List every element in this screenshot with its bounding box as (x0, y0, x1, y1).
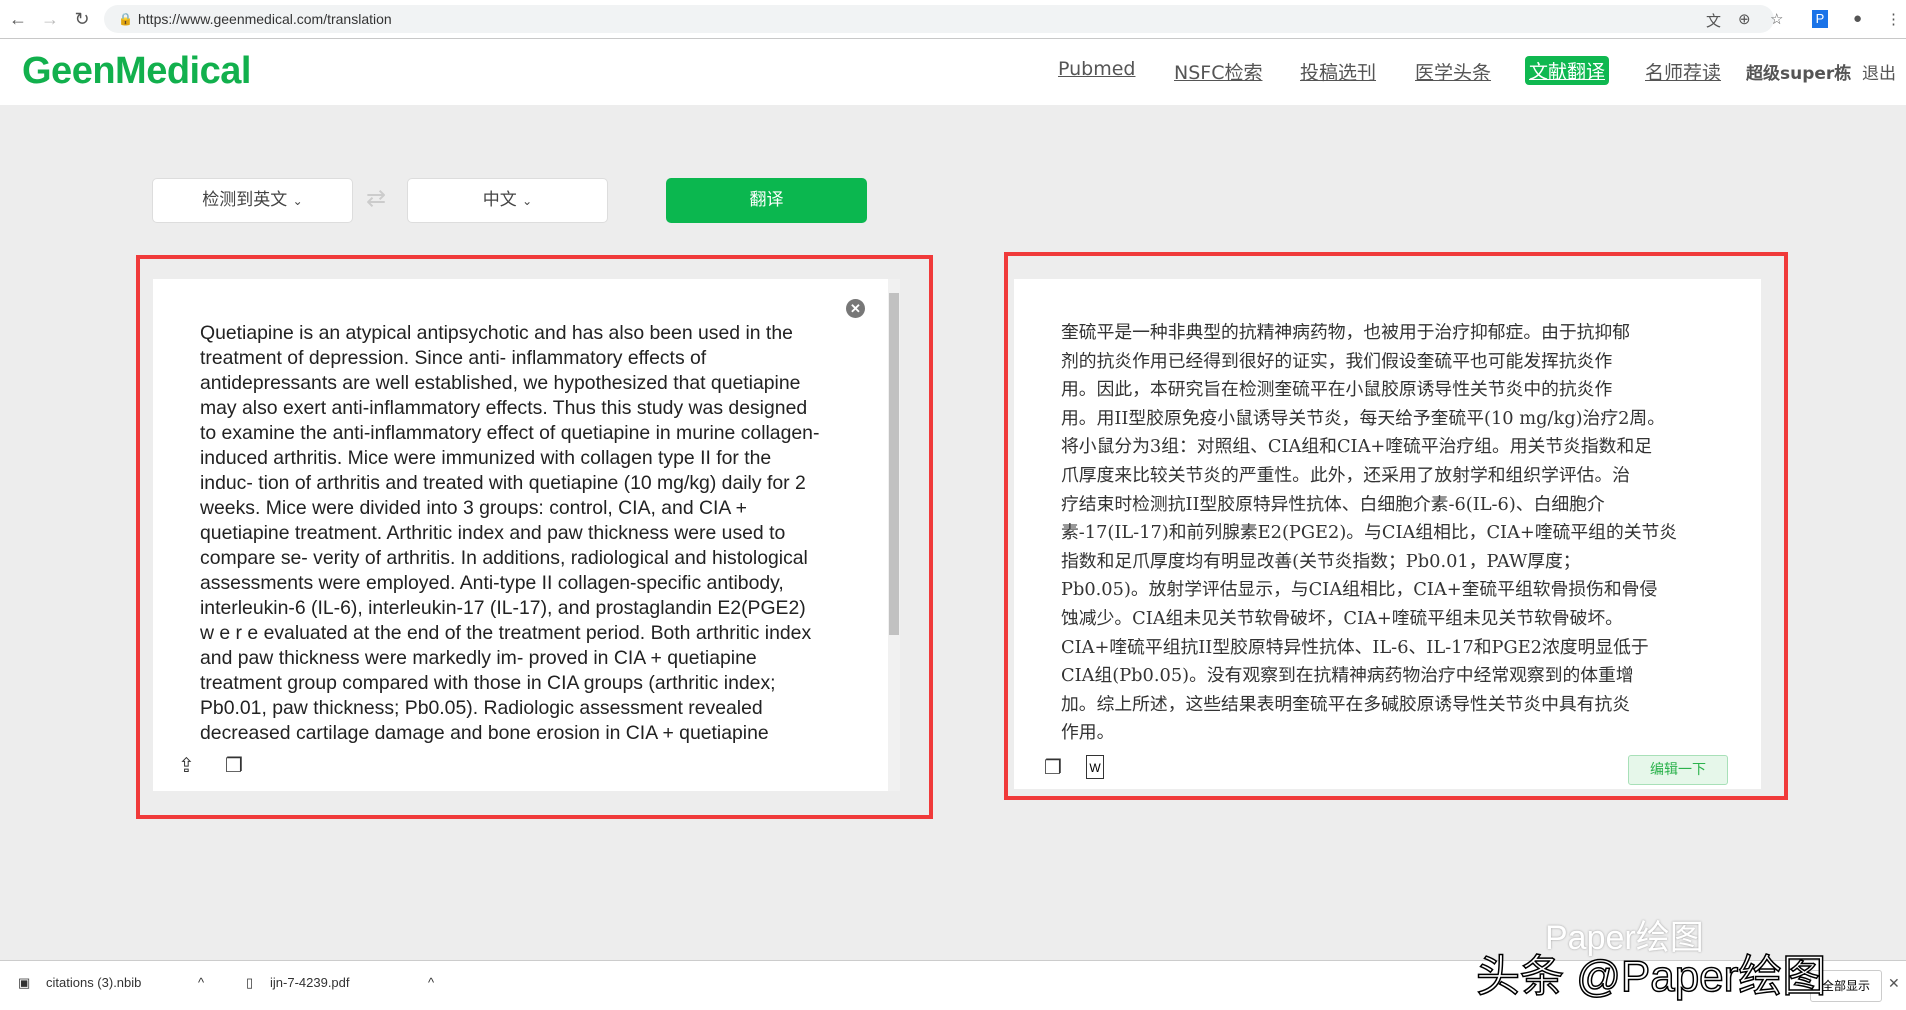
text-line: w e r e evaluated at the end of the trea… (200, 621, 819, 646)
nav-medical-news[interactable]: 医学头条 (1415, 58, 1491, 85)
text-line: 指数和足爪厚度均有明显改善(关节炎指数；Pb0.01，PAW厚度； (1061, 548, 1677, 577)
chevron-down-icon: ⌄ (293, 194, 303, 208)
user-name[interactable]: 超级super栋 (1746, 59, 1851, 84)
watermark: 头条 @Paper绘图 (1476, 940, 1826, 1004)
text-line: induc- tion of arthritis and treated wit… (200, 471, 819, 496)
scrollbar-thumb[interactable] (889, 293, 899, 635)
logo[interactable]: GeenMedical (22, 50, 251, 93)
text-line: antidepressants are well established, we… (200, 371, 819, 396)
text-line: to examine the anti-inflammatory effect … (200, 421, 819, 446)
text-line: 将小鼠分为3组：对照组、CIA组和CIA+喹硫平治疗组。用关节炎指数和足 (1061, 433, 1677, 462)
swap-arrows-icon[interactable]: ⇄ (366, 184, 386, 213)
back-icon[interactable]: ← (8, 9, 28, 29)
nav-pubmed[interactable]: Pubmed (1058, 58, 1135, 80)
address-bar[interactable]: 🔒 https://www.geenmedical.com/translation (104, 5, 1774, 33)
text-line: induced arthritis. Mice were immunized w… (200, 446, 819, 471)
text-line: Pb0.01, paw thickness; Pb0.05). Radiolog… (200, 696, 819, 721)
download-item[interactable]: ijn-7-4239.pdf (270, 975, 350, 990)
text-line: treatment group compared with those in C… (200, 671, 819, 696)
result-text-area: 奎硫平是一种非典型的抗精神病药物，也被用于治疗抑郁症。由于抗抑郁剂的抗炎作用已经… (1014, 279, 1761, 789)
text-line: 疗结束时检测抗II型胶原特异性抗体、白细胞介素-6(IL-6)、白细胞介 (1061, 491, 1677, 520)
text-line: 用。因此，本研究旨在检测奎硫平在小鼠胶原诱导性关节炎中的抗炎作 (1061, 376, 1677, 405)
text-line: 用。用II型胶原免疫小鼠诱导关节炎，每天给予奎硫平(10 mg/kg)治疗2周。 (1061, 405, 1677, 434)
text-line: interleukin-6 (IL-6), interleukin-17 (IL… (200, 596, 819, 621)
close-icon[interactable]: ✕ (1888, 975, 1900, 992)
source-language-select[interactable]: 检测到英文 ⌄ (152, 178, 353, 223)
download-item[interactable]: citations (3).nbib (46, 975, 141, 990)
source-text-area[interactable]: Quetiapine is an atypical antipsychotic … (153, 279, 900, 791)
text-line: and paw thickness were markedly im- prov… (200, 646, 819, 671)
logout-link[interactable]: 退出 (1862, 59, 1896, 84)
copy-icon[interactable]: ❐ (225, 753, 243, 778)
copy-icon[interactable]: ❐ (1044, 755, 1062, 780)
scrollbar[interactable] (888, 279, 900, 791)
text-line: may also exert anti-inflammatory effects… (200, 396, 819, 421)
text-line: CIA组(Pb0.05)。没有观察到在抗精神病药物治疗中经常观察到的体重增 (1061, 662, 1677, 691)
chevron-up-icon[interactable]: ^ (198, 975, 204, 990)
text-line: quetiapine treatment. Arthritic index an… (200, 521, 819, 546)
source-text[interactable]: Quetiapine is an atypical antipsychotic … (200, 321, 819, 746)
text-line: 奎硫平是一种非典型的抗精神病药物，也被用于治疗抑郁症。由于抗抑郁 (1061, 319, 1677, 348)
nav-translation[interactable]: 文献翻译 (1525, 56, 1609, 85)
text-line: weeks. Mice were divided into 3 groups: … (200, 496, 819, 521)
source-language-label: 检测到英文 (202, 190, 287, 210)
text-line: 作用。 (1061, 719, 1677, 748)
nav-nsfc[interactable]: NSFC检索 (1174, 58, 1262, 85)
reload-icon[interactable]: ↻ (72, 9, 92, 29)
lock-icon: 🔒 (118, 5, 133, 33)
text-line: Quetiapine is an atypical antipsychotic … (200, 321, 819, 346)
extension-icon[interactable]: P (1812, 10, 1828, 28)
text-line: 剂的抗炎作用已经得到很好的证实，我们假设奎硫平也可能发挥抗炎作 (1061, 348, 1677, 377)
text-line: assessments were employed. Anti-type II … (200, 571, 819, 596)
zoom-icon[interactable]: ⊕ (1738, 10, 1751, 28)
text-line: 蚀减少。CIA组未见关节软骨破坏，CIA+喹硫平组未见关节软骨破坏。 (1061, 605, 1677, 634)
pdf-icon: ▯ (246, 975, 253, 991)
nav-journal-select[interactable]: 投稿选刊 (1300, 58, 1376, 85)
clear-icon[interactable]: ✕ (846, 299, 865, 318)
site-header (0, 39, 1906, 105)
star-icon[interactable]: ☆ (1770, 10, 1783, 28)
text-line: 加。综上所述，这些结果表明奎硫平在多碱胶原诱导性关节炎中具有抗炎 (1061, 691, 1677, 720)
translate-icon[interactable]: 文 (1706, 10, 1721, 31)
chevron-up-icon[interactable]: ^ (428, 975, 434, 990)
text-line: 爪厚度来比较关节炎的严重性。此外，还采用了放射学和组织学评估。治 (1061, 462, 1677, 491)
profile-icon[interactable]: ● (1853, 10, 1862, 27)
target-language-label: 中文 (483, 190, 517, 210)
target-language-select[interactable]: 中文 ⌄ (407, 178, 608, 223)
word-export-icon[interactable]: W (1086, 755, 1104, 779)
nav-recommended[interactable]: 名师荐读 (1645, 58, 1721, 85)
forward-icon[interactable]: → (40, 9, 60, 29)
file-icon: ▣ (18, 975, 30, 991)
text-line: CIA+喹硫平组抗II型胶原特异性抗体、IL-6、IL-17和PGE2浓度明显低… (1061, 634, 1677, 663)
text-line: compare se- verity of arthritis. In addi… (200, 546, 819, 571)
text-line: treatment of depression. Since anti- inf… (200, 346, 819, 371)
chevron-down-icon: ⌄ (522, 194, 532, 208)
menu-icon[interactable]: ⋮ (1886, 10, 1901, 28)
result-text: 奎硫平是一种非典型的抗精神病药物，也被用于治疗抑郁症。由于抗抑郁剂的抗炎作用已经… (1061, 319, 1677, 748)
upload-icon[interactable]: ⇪ (178, 753, 195, 778)
edit-button[interactable]: 编辑一下 (1628, 755, 1728, 785)
text-line: decreased cartilage damage and bone eros… (200, 721, 819, 746)
url-text: https://www.geenmedical.com/translation (138, 11, 392, 27)
text-line: Pb0.05)。放射学评估显示，与CIA组相比，CIA+奎硫平组软骨损伤和骨侵 (1061, 576, 1677, 605)
text-line: 素-17(IL-17)和前列腺素E2(PGE2)。与CIA组相比，CIA+喹硫平… (1061, 519, 1677, 548)
translate-button[interactable]: 翻译 (666, 178, 867, 223)
